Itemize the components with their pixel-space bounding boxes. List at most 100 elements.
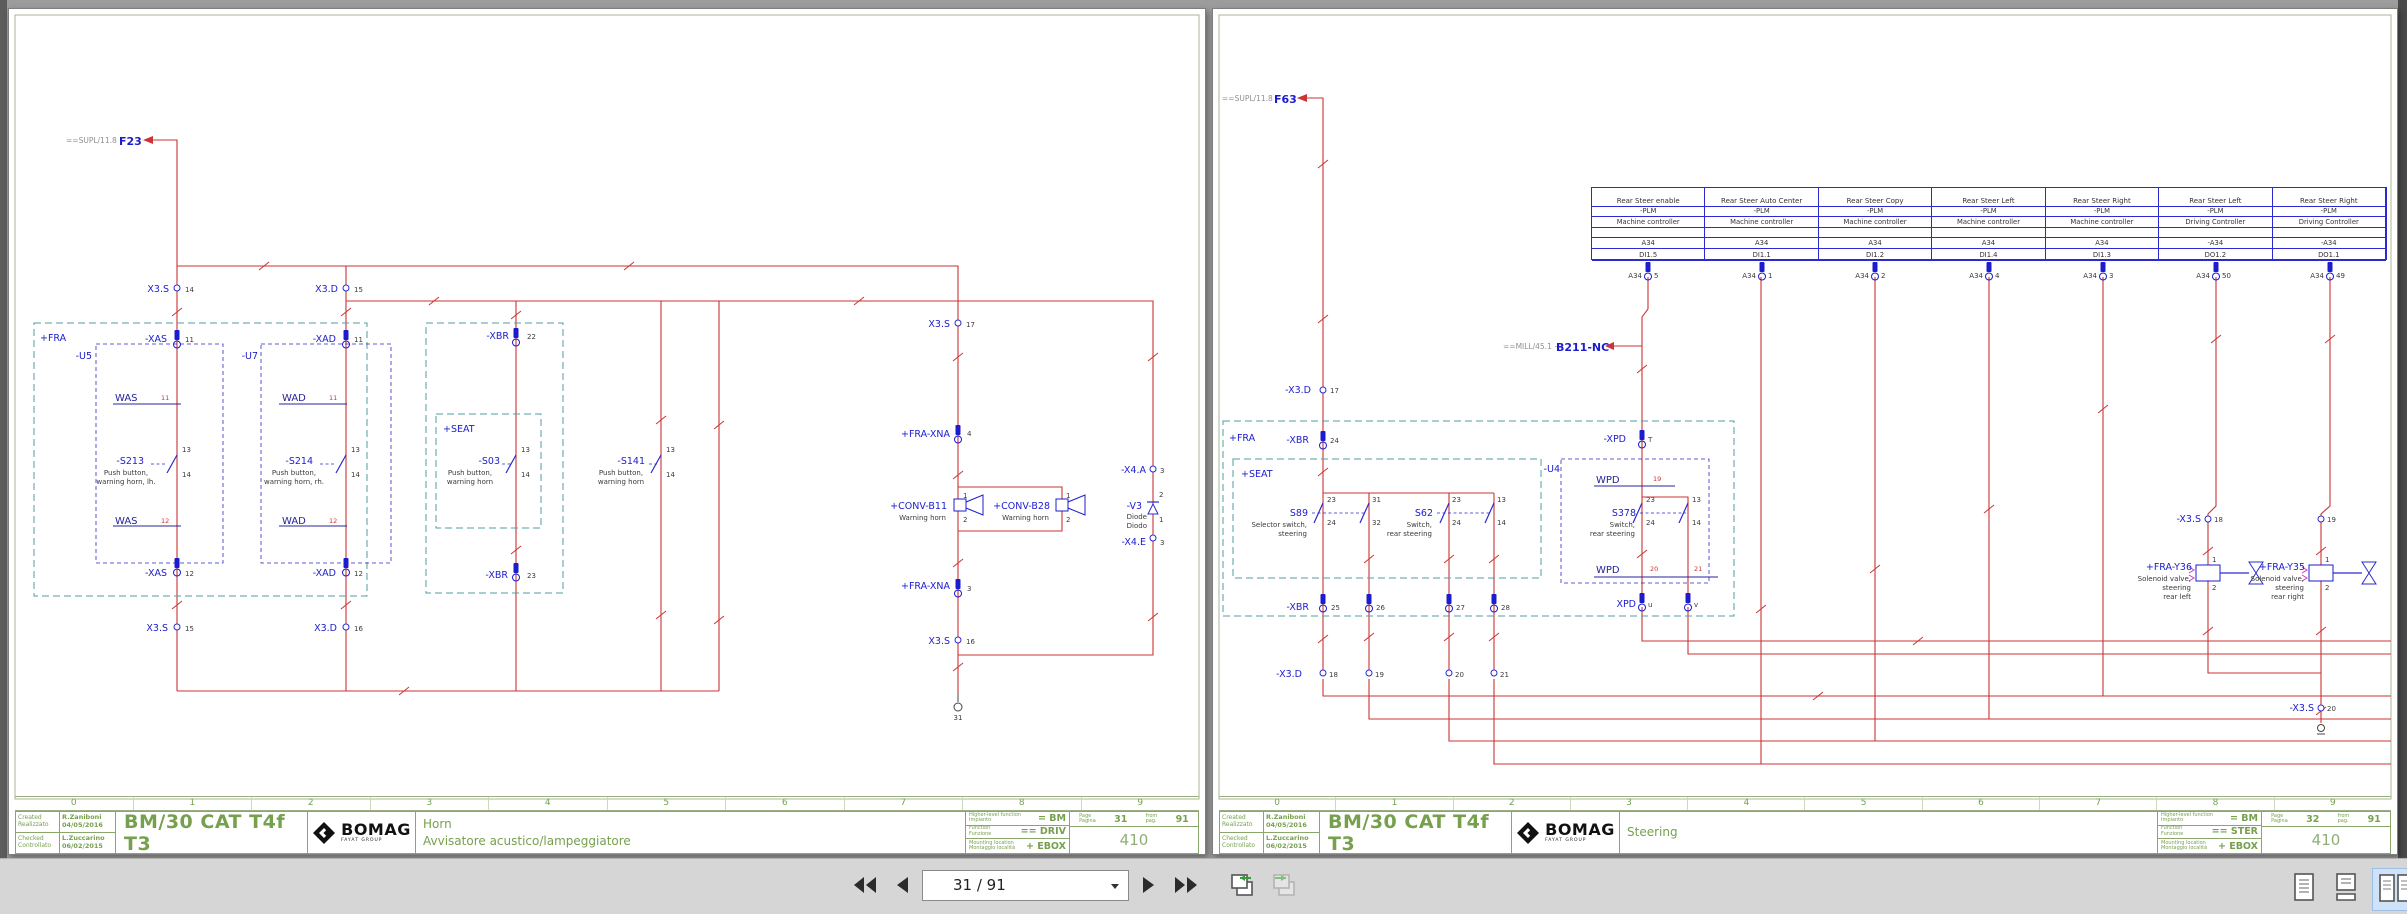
signal-table: Rear Steer enable Rear Steer Auto Center R… [1591, 187, 2387, 261]
diagram-label: 2 [1881, 272, 1885, 280]
diagram-label: 11 [161, 394, 169, 402]
previous-page-button[interactable] [890, 871, 914, 899]
diagram-label: XPD [1616, 599, 1636, 610]
diagram-label: 19 [1653, 475, 1661, 483]
single-page-view-button[interactable] [2293, 873, 2315, 904]
scale-number: 4 [489, 797, 608, 810]
signal-table-cell: DI1.5 [1592, 249, 1706, 261]
first-page-button[interactable] [848, 871, 882, 899]
diagram-label: -X4.E [1121, 537, 1146, 548]
diagram-label: A34 [2196, 272, 2210, 280]
diagram-label: -X3.S [2176, 514, 2201, 525]
diagram-label: 18 [1329, 671, 1338, 679]
diagram-label: 27 [1456, 604, 1465, 612]
fra-box [33, 322, 368, 597]
diagram-label: WAS [115, 516, 138, 527]
viewer-toolbar: 31 / 91 [0, 858, 2407, 914]
diagram-label: rear left [2163, 593, 2191, 601]
diagram-label: 5 [1654, 272, 1658, 280]
diagram-label: +FRA-Y35 [2259, 562, 2305, 573]
signal-table-cell: -PLM [1932, 207, 2046, 217]
diagram-label: 12 [354, 570, 363, 578]
next-page-button[interactable] [1137, 871, 1161, 899]
u4-box [1560, 458, 1710, 584]
diagram-label: 24 [1330, 437, 1339, 445]
scale-number: 0 [15, 797, 134, 810]
previous-view-icon [1231, 874, 1253, 896]
diagram-label: 19 [1375, 671, 1384, 679]
brand-name: BOMAG [1545, 819, 1615, 839]
horn-wiring-diagram: ==SUPL/11.8 ~F23X3.S 14 X3.D 15+FRA-U5-XAS 1… [14, 14, 1200, 800]
diagram-label: -X3.S [2289, 703, 2314, 714]
component-ref-b211: B211-NC [1556, 341, 1609, 354]
diagram-label: A34 [1628, 272, 1642, 280]
diagram-label: -X3.D [1276, 669, 1302, 680]
diagram-label: +FRA [40, 333, 67, 344]
signal-table-cell: Machine controller [2045, 217, 2160, 228]
higher-level-function: = BM [2230, 812, 2258, 824]
diagram-label: Push button, [272, 469, 316, 477]
window-edge-right [2398, 0, 2407, 914]
signal-table-cell: Rear Steer enable [1592, 188, 1706, 207]
page-number-input[interactable]: 31 / 91 [922, 869, 1129, 901]
diagram-label: 3 [2109, 272, 2113, 280]
diagram-label: 1 [1066, 492, 1070, 500]
diagram-label: 14 [185, 286, 194, 294]
created-date: 04/05/2016 [1266, 820, 1307, 829]
fuse-ref-f63: F63 [1274, 93, 1297, 106]
switch-symbols [113, 403, 662, 527]
bomag-logo: BOMAG FAYAT GROUP [1512, 812, 1620, 853]
diagram-label: -S141 [617, 456, 645, 467]
next-view-icon [1273, 874, 1295, 896]
function-code: == STER [2211, 826, 2258, 838]
diagram-label: -S213 [116, 456, 144, 467]
created-date: 04/05/2016 [62, 820, 103, 829]
signal-table-cell: Driving Controller [2272, 217, 2386, 228]
diagram-label: 15 [354, 286, 363, 294]
scale-number: 1 [1336, 797, 1454, 810]
diagram-label: 13 [1497, 496, 1506, 504]
continuous-view-button[interactable] [2335, 873, 2357, 904]
signal-table-cell: Rear Steer Left [2159, 188, 2273, 207]
previous-view-button[interactable] [1225, 868, 1259, 902]
diagram-label: 49 [2336, 272, 2345, 280]
diagram-label: WAD [282, 393, 306, 404]
next-view-button[interactable] [1267, 868, 1301, 902]
higher-level-function: = BM [1038, 812, 1066, 824]
mounting-location: + EBOX [1025, 840, 1066, 852]
diagram-label: A34 [2310, 272, 2324, 280]
dropdown-caret-icon[interactable] [1111, 883, 1119, 889]
page-total: 91 [1175, 813, 1189, 825]
diagram-label: Diode [1127, 513, 1147, 521]
signal-table-cell: A34 [1818, 238, 1933, 249]
diagram-label: 19 [2327, 516, 2336, 524]
diagram-label: 23 [1646, 496, 1655, 504]
column-scale: 012345678 9 [1219, 796, 2391, 811]
diagram-label: 14 [521, 471, 530, 479]
diagram-label: 31 [1372, 496, 1381, 504]
diagram-label: 25 [1331, 604, 1340, 612]
diagram-label: X3.S [147, 284, 169, 295]
signal-table-cell: A34 [2045, 238, 2160, 249]
diagram-label: 14 [666, 471, 675, 479]
diagram-label: -XBR [1286, 602, 1309, 613]
diagram-label: Switch, [1407, 521, 1432, 529]
diagram-label: u [1648, 601, 1652, 609]
two-page-view-button[interactable] [2372, 868, 2407, 911]
diagram-label: 17 [966, 321, 975, 329]
diagram-label: WPD [1596, 565, 1620, 576]
machine-model: BM/30 CAT T4f T3 [1328, 812, 1490, 853]
diagram-label: 23 [527, 572, 536, 580]
fuse-ref-f23: F23 [119, 135, 142, 148]
diagram-label: -XAS [145, 334, 167, 345]
diagram-label: 23 [1327, 496, 1336, 504]
signal-table-cell [1592, 228, 1706, 238]
scale-number: 7 [845, 797, 963, 810]
diagram-label: 24 [1452, 519, 1461, 527]
diagram-label: 22 [527, 333, 536, 341]
last-page-button[interactable] [1169, 871, 1203, 899]
signal-table-cell: Driving Controller [2159, 217, 2273, 228]
diagram-label: -U5 [76, 351, 92, 362]
diagram-label: 1 [963, 492, 967, 500]
scale-number: 2 [252, 797, 371, 810]
